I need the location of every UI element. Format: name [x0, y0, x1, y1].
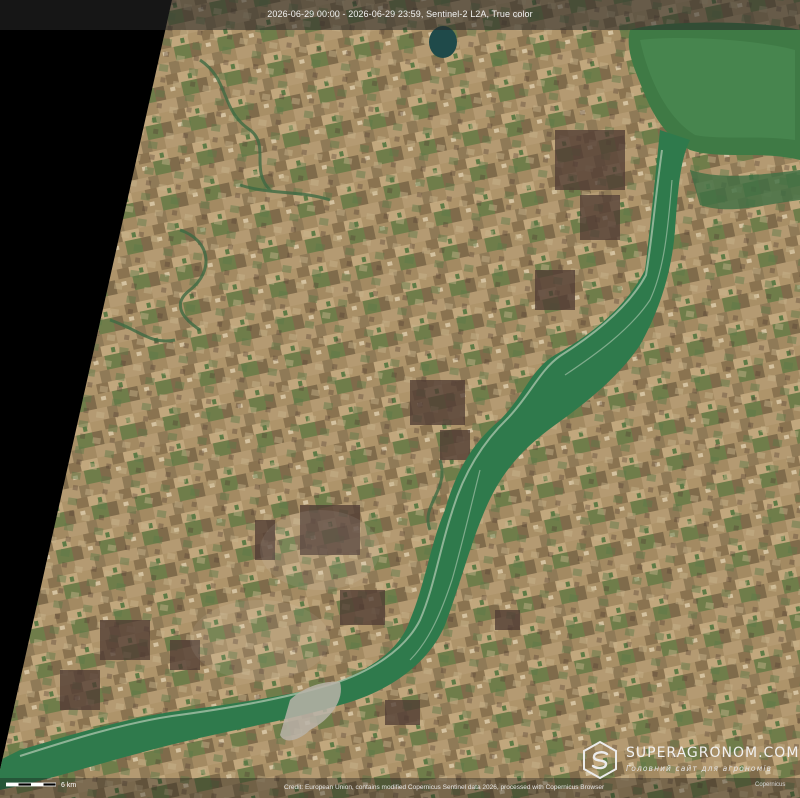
copernicus-mark: Copernicus [755, 782, 786, 788]
credit-text: Credit: European Union, contains modifie… [284, 784, 605, 791]
image-caption: 2026-06-29 00:00 - 2026-06-29 23:59, Sen… [267, 9, 533, 19]
scale-bar-icon [6, 782, 56, 787]
brand-name: SUPERAGRONOM.COM [626, 745, 800, 761]
superagronom-logo-icon [583, 740, 617, 780]
brand-tagline: Головний сайт для агрономів [626, 764, 773, 773]
satellite-image [0, 0, 800, 798]
scale-label: 6 km [61, 782, 77, 789]
